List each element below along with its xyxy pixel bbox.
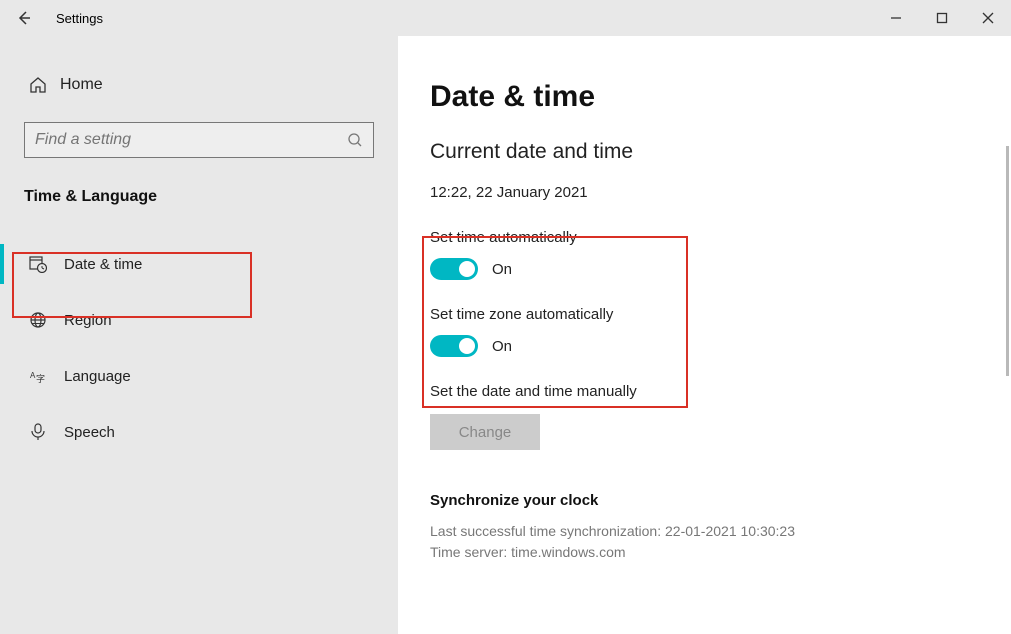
calendar-clock-icon [29, 255, 47, 273]
minimize-icon [890, 12, 902, 24]
window-controls [873, 2, 1011, 34]
maximize-button[interactable] [919, 2, 965, 34]
toggle-row-set-timezone-auto: On [430, 335, 1011, 357]
search-box[interactable] [24, 122, 374, 158]
language-icon: A 字 [29, 367, 47, 385]
globe-icon [29, 311, 47, 329]
titlebar: Settings [0, 0, 1011, 36]
minimize-button[interactable] [873, 2, 919, 34]
current-datetime-heading: Current date and time [430, 140, 1011, 164]
microphone-icon [29, 423, 47, 441]
sync-server-line: Time server: time.windows.com [430, 542, 1011, 563]
sidebar-item-label: Region [64, 312, 112, 329]
window-title: Settings [48, 11, 103, 26]
sidebar-item-region[interactable]: Region [0, 292, 398, 348]
home-label: Home [60, 76, 103, 94]
toggle-set-timezone-auto[interactable] [430, 335, 478, 357]
search-input[interactable] [35, 131, 347, 149]
sidebar-item-date-time[interactable]: Date & time [0, 236, 398, 292]
current-datetime-value: 12:22, 22 January 2021 [430, 184, 1011, 201]
search-icon [347, 132, 363, 148]
sync-heading: Synchronize your clock [430, 492, 1011, 509]
toggle-state-text: On [492, 338, 512, 355]
manual-datetime-label: Set the date and time manually [430, 383, 1011, 400]
sidebar-section-title: Time & Language [0, 188, 398, 206]
sidebar-item-label: Language [64, 368, 131, 385]
sidebar-item-label: Speech [64, 424, 115, 441]
main-content: Date & time Current date and time 12:22,… [398, 36, 1011, 634]
sidebar: Home Time & Language Date & time [0, 36, 398, 634]
sync-last-line: Last successful time synchronization: 22… [430, 521, 1011, 542]
home-icon [29, 76, 47, 94]
home-nav[interactable]: Home [0, 76, 398, 94]
back-button[interactable] [0, 0, 48, 36]
svg-text:字: 字 [36, 373, 45, 384]
scrollbar[interactable] [1006, 146, 1009, 376]
page-title: Date & time [430, 80, 1011, 114]
toggle-state-text: On [492, 261, 512, 278]
maximize-icon [936, 12, 948, 24]
toggle-label-set-timezone-auto: Set time zone automatically [430, 306, 1011, 323]
close-button[interactable] [965, 2, 1011, 34]
toggle-label-set-time-auto: Set time automatically [430, 229, 1011, 246]
sidebar-item-label: Date & time [64, 256, 142, 273]
sidebar-item-speech[interactable]: Speech [0, 404, 398, 460]
toggle-row-set-time-auto: On [430, 258, 1011, 280]
sidebar-item-language[interactable]: A 字 Language [0, 348, 398, 404]
toggle-set-time-auto[interactable] [430, 258, 478, 280]
close-icon [982, 12, 994, 24]
change-button[interactable]: Change [430, 414, 540, 450]
arrow-left-icon [16, 10, 32, 26]
